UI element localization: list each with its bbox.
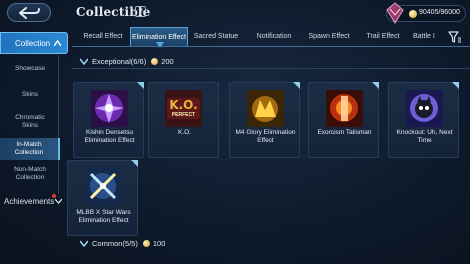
effect-thumbnail: K.O. PERFECT (165, 90, 202, 127)
back-arrow-icon (19, 6, 40, 19)
tab-recall-effect[interactable]: Recall Effect (74, 27, 132, 46)
corner-marker-icon (372, 82, 379, 89)
effect-thumbnail (91, 90, 128, 127)
sidebar-item-non-match-collection[interactable]: Non-Match Collection (0, 166, 60, 182)
chevron-up-icon (54, 40, 61, 47)
card-label: K.O. (177, 129, 191, 136)
collectible-card[interactable]: K.O. PERFECT K.O. (148, 82, 219, 158)
chevron-down-icon (80, 58, 88, 65)
points-coin-icon (151, 57, 159, 65)
help-icon[interactable]: ? (135, 6, 146, 17)
effect-thumbnail (326, 90, 363, 127)
effect-thumbnail (406, 90, 443, 127)
top-bar: Collectible ? 90405/96000 (0, 0, 470, 26)
sidebar-item-chromatic-skins[interactable]: Chromatic Skins (0, 114, 60, 130)
section-divider (72, 68, 470, 69)
collectible-card[interactable]: M4 Glory Elimination Effect (229, 82, 300, 158)
section-points: 100 (152, 238, 166, 248)
points-coin-icon (142, 239, 150, 247)
coin-icon (409, 10, 417, 18)
sidebar-item-showcase[interactable]: Showcase (0, 65, 60, 73)
section-header-exceptional[interactable]: Exceptional(6/6) 200 (80, 55, 174, 67)
achievements-label: Achievements (4, 196, 55, 206)
tab-sacred-statue[interactable]: Sacred Statue (188, 27, 244, 46)
ko-thumb-text: K.O. (169, 98, 198, 112)
category-tabs: Recall Effect Elimination Effect Sacred … (72, 27, 470, 48)
corner-marker-icon (131, 160, 138, 167)
filter-icon[interactable] (448, 30, 462, 44)
card-label: M4 Glory Elimination Effect (235, 129, 296, 144)
tab-spawn-effect[interactable]: Spawn Effect (301, 27, 357, 46)
active-tab-caret-icon (156, 42, 164, 48)
sidebar-collection-label: Collection (15, 38, 51, 48)
tab-battle[interactable]: Battle I (413, 27, 447, 46)
ko-thumb-subtext: PERFECT (171, 112, 196, 118)
sidebar-item-achievements[interactable]: Achievements (0, 194, 66, 208)
section-title: Exceptional(6/6) (92, 56, 147, 66)
currency-value: 90405/96000 (419, 9, 460, 16)
collectible-card[interactable]: Kishin Densetsu Elimination Effect (73, 82, 144, 158)
corner-marker-icon (452, 82, 459, 89)
diamond-emblem-icon (386, 2, 404, 24)
collectible-card[interactable]: MLBB X Star Wars Elimination Effect (67, 160, 138, 236)
chevron-down-icon (55, 198, 62, 204)
sidebar-item-skins[interactable]: Skins (0, 91, 60, 99)
corner-marker-icon (293, 82, 300, 89)
effect-thumbnail (247, 90, 284, 127)
sidebar-item-in-match-collection[interactable]: In-Match Collection (0, 138, 60, 160)
card-label: Knockout: Uh, Next Time (396, 129, 453, 144)
back-button[interactable] (7, 3, 51, 22)
tab-trail-effect[interactable]: Trail Effect (357, 27, 409, 46)
sidebar-item-collection[interactable]: Collection (0, 32, 68, 54)
sidebar: Collection Showcase Skins Chromatic Skin… (0, 27, 70, 264)
tabs-underline (72, 46, 470, 47)
card-label: MLBB X Star Wars Elimination Effect (76, 209, 131, 224)
tab-notification[interactable]: Notification (246, 27, 302, 46)
chevron-down-icon (80, 240, 88, 247)
collectible-card[interactable]: Exorcism Talisman (308, 82, 379, 158)
section-title: Common(5/5) (92, 238, 138, 248)
card-label: Kishin Densetsu Elimination Effect (84, 129, 135, 144)
section-header-common[interactable]: Common(5/5) 100 (80, 237, 165, 249)
section-points: 200 (161, 56, 174, 66)
currency-display[interactable]: 90405/96000 (386, 2, 466, 24)
effect-thumbnail (85, 168, 122, 205)
corner-marker-icon (137, 82, 144, 89)
card-label: Exorcism Talisman (317, 129, 372, 136)
collectible-card[interactable]: Knockout: Uh, Next Time (388, 82, 459, 158)
